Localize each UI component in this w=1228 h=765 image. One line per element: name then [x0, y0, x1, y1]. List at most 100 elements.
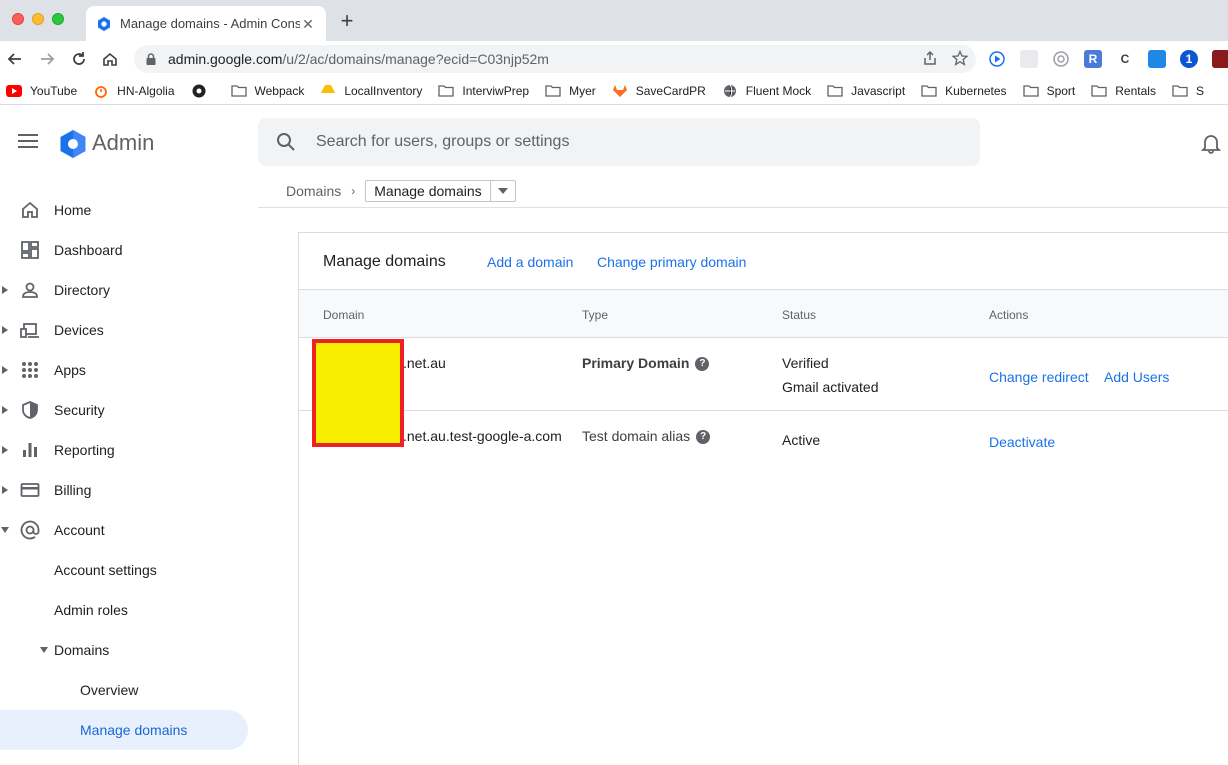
folder-icon	[438, 84, 455, 98]
expand-arrow-icon[interactable]	[2, 446, 8, 454]
status-gmail: Gmail activated	[782, 379, 879, 395]
menu-icon[interactable]	[18, 134, 38, 150]
bookmark-item[interactable]	[191, 84, 215, 98]
collapse-arrow-icon[interactable]	[40, 647, 48, 653]
extension-c-icon[interactable]: C	[1116, 50, 1134, 68]
extension-grid-icon[interactable]	[1020, 50, 1038, 68]
window-minimize-button[interactable]	[32, 13, 44, 25]
folder-icon	[1172, 84, 1188, 98]
extension-play-icon[interactable]	[988, 50, 1006, 68]
sidebar-item-label: Overview	[80, 682, 139, 698]
address-bar[interactable]: admin.google.com/u/2/ac/domains/manage?e…	[134, 45, 976, 73]
dropdown-arrow-icon[interactable]	[491, 181, 515, 201]
sidebar-item-overview[interactable]: Overview	[0, 670, 258, 710]
sidebar-item-label: Admin roles	[54, 602, 128, 618]
back-icon[interactable]	[6, 50, 24, 68]
collapse-arrow-icon[interactable]	[1, 527, 9, 533]
breadcrumb: Domains › Manage domains	[286, 180, 516, 202]
sidebar-item-manage-domains-active[interactable]: Manage domains	[0, 710, 248, 750]
sidebar-item-domains[interactable]: Domains	[0, 630, 258, 670]
bookmark-item[interactable]: YouTube	[6, 84, 77, 98]
bookmark-star-icon[interactable]	[951, 49, 969, 71]
sidebar-item-label: Reporting	[54, 442, 115, 458]
sidebar-item-devices[interactable]: Devices	[0, 310, 258, 350]
sidebar-item-label: Home	[54, 202, 92, 218]
forward-icon[interactable]	[38, 50, 56, 68]
sidebar-item-label: Billing	[54, 482, 92, 498]
bookmark-item[interactable]: Sport	[1022, 84, 1075, 98]
sidebar-item-directory[interactable]: Directory	[0, 270, 258, 310]
bookmark-label: Rentals	[1115, 83, 1156, 98]
bookmark-item[interactable]: LocalInventory	[320, 84, 422, 98]
status-active: Active	[782, 432, 821, 448]
bookmark-item[interactable]: HN-Algolia	[93, 84, 175, 98]
change-primary-domain-link[interactable]: Change primary domain	[597, 254, 746, 270]
bookmark-item[interactable]: Myer	[545, 84, 596, 98]
sidebar-item-billing[interactable]: Billing	[0, 470, 258, 510]
bookmark-item[interactable]: SaveCardPR	[612, 84, 706, 98]
folder-icon	[230, 84, 247, 98]
bookmark-item[interactable]: InterviwPrep	[438, 84, 529, 98]
bookmark-item[interactable]: Webpack	[230, 84, 304, 98]
column-header-actions: Actions	[989, 308, 1029, 322]
add-users-link[interactable]: Add Users	[1104, 369, 1169, 385]
change-redirect-link[interactable]: Change redirect	[989, 369, 1089, 385]
column-header-domain[interactable]: Domain	[323, 308, 364, 322]
extension-window-icon[interactable]	[1148, 50, 1166, 68]
eye-icon	[191, 84, 207, 98]
help-icon[interactable]: ?	[696, 430, 711, 445]
help-icon[interactable]: ?	[695, 357, 710, 372]
column-header-type[interactable]: Type	[582, 308, 608, 322]
reload-icon[interactable]	[70, 50, 88, 68]
search-icon	[276, 132, 296, 152]
window-zoom-button[interactable]	[52, 13, 64, 25]
bookmark-item[interactable]: S	[1172, 84, 1204, 98]
search-input[interactable]	[316, 133, 916, 151]
sidebar-item-security[interactable]: Security	[0, 390, 258, 430]
redaction-box	[312, 339, 404, 447]
home-browser-icon[interactable]	[101, 50, 119, 68]
bookmark-item[interactable]: Rentals	[1091, 84, 1156, 98]
sidebar-item-home[interactable]: Home	[0, 190, 258, 230]
table-row: .net.au.test-google-a.com Test domain al…	[299, 411, 1228, 471]
extension-ublock-icon[interactable]	[1212, 50, 1228, 68]
url-text: admin.google.com/u/2/ac/domains/manage?e…	[168, 51, 549, 67]
extension-spiral-icon[interactable]	[1052, 50, 1070, 68]
extension-1password-icon[interactable]: 1	[1180, 50, 1198, 68]
breadcrumb-select[interactable]: Manage domains	[365, 180, 516, 202]
sidebar-item-apps[interactable]: Apps	[0, 350, 258, 390]
bookmark-item[interactable]: Javascript	[827, 84, 905, 98]
new-tab-button[interactable]: +	[338, 10, 356, 32]
sidebar-item-dashboard[interactable]: Dashboard	[0, 230, 258, 270]
sidebar-item-admin-roles[interactable]: Admin roles	[0, 590, 258, 630]
expand-arrow-icon[interactable]	[2, 406, 8, 414]
expand-arrow-icon[interactable]	[2, 286, 8, 294]
expand-arrow-icon[interactable]	[2, 486, 8, 494]
sidebar-item-label: Account settings	[54, 562, 157, 578]
window-close-button[interactable]	[12, 13, 24, 25]
sidebar-item-reporting[interactable]: Reporting	[0, 430, 258, 470]
tab-close-icon[interactable]: ✕	[300, 16, 316, 32]
add-domain-link[interactable]: Add a domain	[487, 254, 573, 270]
share-icon[interactable]	[922, 50, 938, 71]
tab-title: Manage domains - Admin Cons	[120, 16, 300, 31]
bookmark-label: Javascript	[851, 83, 906, 98]
status-verified: Verified	[782, 355, 829, 371]
bookmark-label: InterviwPrep	[462, 83, 530, 98]
bookmark-item[interactable]: Kubernetes	[921, 84, 1007, 98]
breadcrumb-domains-link[interactable]: Domains	[286, 183, 341, 199]
expand-arrow-icon[interactable]	[2, 366, 8, 374]
bookmark-label: Myer	[569, 83, 596, 98]
expand-arrow-icon[interactable]	[2, 326, 8, 334]
sidebar-item-account-settings[interactable]: Account settings	[0, 550, 258, 590]
bookmark-item[interactable]: Fluent Mock	[722, 84, 811, 98]
sidebar-item-label: Apps	[54, 362, 86, 378]
notifications-bell-icon[interactable]	[1200, 132, 1222, 154]
sidebar-item-account[interactable]: Account	[0, 510, 258, 550]
app-title: Admin	[92, 130, 155, 155]
browser-tab-active[interactable]: Manage domains - Admin Cons ✕	[86, 6, 326, 41]
extension-r-icon[interactable]: R	[1084, 50, 1102, 68]
deactivate-link[interactable]: Deactivate	[989, 434, 1055, 450]
column-header-status[interactable]: Status	[782, 308, 816, 322]
search-bar[interactable]	[258, 118, 980, 166]
